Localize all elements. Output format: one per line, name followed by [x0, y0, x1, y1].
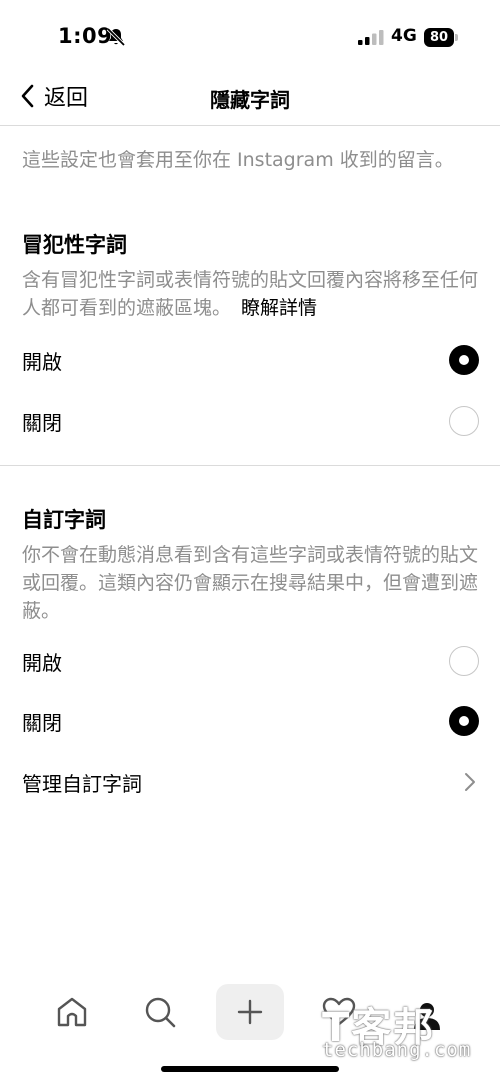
manage-custom-words-row[interactable]: 管理自訂字詞 [0, 756, 500, 810]
custom-option-off[interactable]: 關閉 [0, 695, 500, 749]
offensive-words-title: 冒犯性字詞 [22, 233, 127, 257]
search-icon [145, 997, 176, 1028]
network-label: 4G [391, 26, 417, 46]
radio-selected-icon[interactable] [449, 345, 479, 375]
nav-divider [0, 125, 500, 126]
learn-more-link[interactable]: 瞭解詳情 [241, 297, 317, 319]
chevron-right-icon [465, 773, 475, 791]
watermark: T客邦 techbang.com [322, 995, 482, 1063]
custom-words-title: 自訂字詞 [22, 508, 106, 532]
page-title: 隱藏字詞 [210, 88, 290, 112]
radio-unselected-icon[interactable] [449, 646, 479, 676]
home-indicator [161, 1066, 339, 1072]
offensive-words-description: 含有冒犯性字詞或表情符號的貼文回覆內容將移至任何人都可看到的遮蔽區塊。 瞭解詳情 [22, 266, 482, 322]
section-divider [0, 465, 500, 466]
offensive-option-off[interactable]: 關閉 [0, 395, 500, 449]
nav-bar: 返回 隱藏字詞 [0, 70, 500, 126]
bell-muted-icon [106, 27, 126, 47]
signal-icon [358, 30, 384, 45]
battery-icon: 80 [424, 28, 458, 47]
option-label: 開啟 [22, 350, 62, 374]
manage-custom-words-label: 管理自訂字詞 [22, 772, 142, 796]
option-label: 關閉 [22, 711, 62, 735]
custom-words-description: 你不會在動態消息看到含有這些字詞或表情符號的貼文或回覆。這類內容仍會顯示在搜尋結… [22, 544, 479, 622]
tab-create[interactable] [216, 984, 284, 1040]
status-time: 1:09 [58, 24, 113, 48]
radio-selected-icon[interactable] [449, 706, 479, 736]
tab-search[interactable] [130, 984, 190, 1040]
tab-home[interactable] [42, 984, 102, 1040]
settings-note: 這些設定也會套用至你在 Instagram 收到的留言。 [22, 149, 454, 171]
custom-option-on[interactable]: 開啟 [0, 635, 500, 689]
option-label: 開啟 [22, 651, 62, 675]
battery-level: 80 [424, 28, 454, 47]
radio-unselected-icon[interactable] [449, 406, 479, 436]
offensive-option-on[interactable]: 開啟 [0, 334, 500, 388]
watermark-url: techbang.com [322, 1039, 472, 1061]
plus-icon [237, 999, 263, 1025]
status-bar: 1:09 4G 80 [0, 0, 500, 70]
option-label: 關閉 [22, 411, 62, 435]
home-icon [57, 997, 87, 1027]
